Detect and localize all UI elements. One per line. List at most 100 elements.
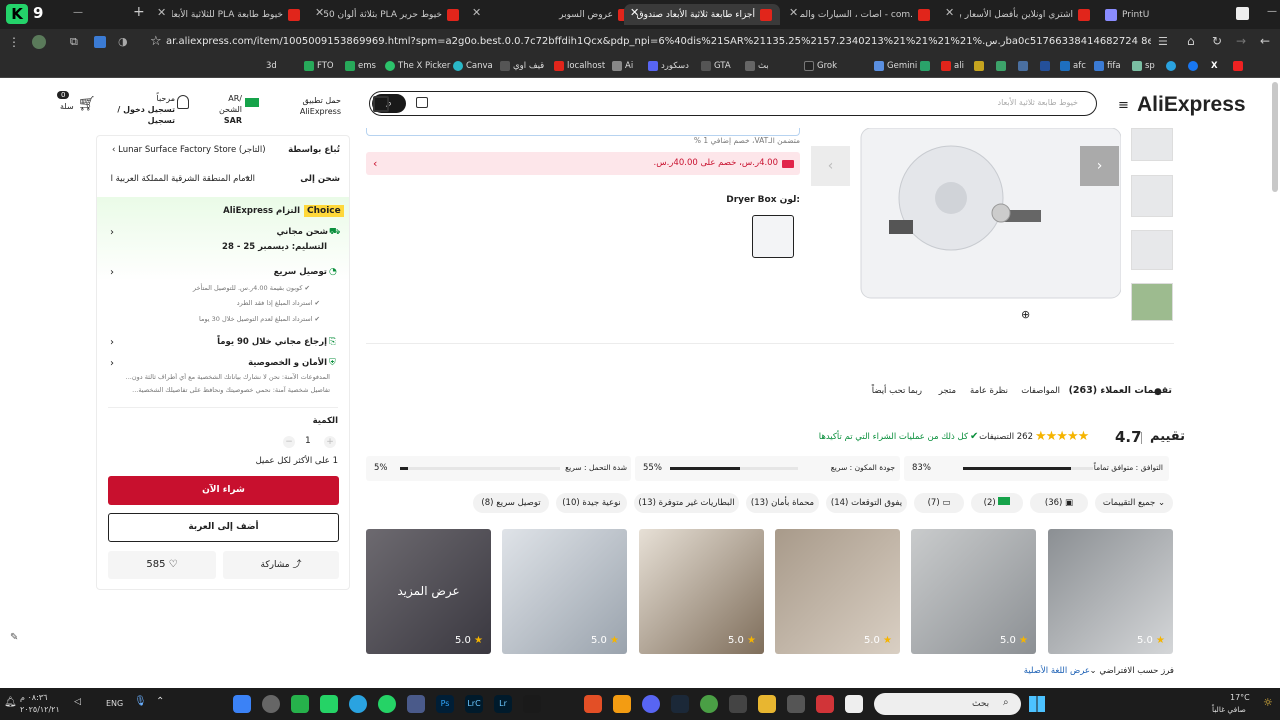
bookmark-ems[interactable]: ems bbox=[345, 61, 376, 71]
tab-super-deals[interactable]: عروض السوبر bbox=[550, 4, 630, 25]
bookmark-qeef[interactable]: قيف اوي bbox=[500, 61, 544, 71]
image-prev-button[interactable]: ‹ bbox=[811, 146, 850, 186]
review-image[interactable]: 5.0 ★ bbox=[1048, 529, 1173, 654]
filter-with-photos[interactable]: (36) ▣ bbox=[1030, 493, 1088, 513]
home-icon[interactable]: ⌂ bbox=[1187, 34, 1195, 48]
app-icon-13[interactable] bbox=[613, 695, 631, 713]
bookmark-ext3[interactable] bbox=[920, 61, 930, 71]
lightroom-icon[interactable]: Lr bbox=[494, 695, 512, 713]
app-icon-17[interactable] bbox=[729, 695, 747, 713]
filter-batteries[interactable]: البطاريات غير متوفرة (13) bbox=[634, 493, 739, 513]
telegram-icon[interactable] bbox=[349, 695, 367, 713]
review-image-more[interactable]: عرض المزيد 5.0 ★ bbox=[366, 529, 491, 654]
bookmark-b[interactable] bbox=[1040, 61, 1050, 71]
bookmark-afc[interactable]: afc bbox=[1060, 61, 1086, 71]
wishlist-button[interactable]: 585 ♡ bbox=[108, 551, 216, 579]
bookmark-sp[interactable]: sp bbox=[1132, 61, 1155, 71]
app-icon-11[interactable] bbox=[523, 695, 541, 713]
site-settings-icon[interactable]: ☰ bbox=[1158, 35, 1168, 48]
x-bookmark-icon[interactable]: X bbox=[1211, 61, 1218, 71]
photoshop-icon[interactable]: Ps bbox=[436, 695, 454, 713]
weather-temp[interactable]: 17°C bbox=[1230, 693, 1250, 702]
whatsapp-icon[interactable] bbox=[378, 695, 396, 713]
chrome-icon[interactable] bbox=[700, 695, 718, 713]
translate-icon[interactable] bbox=[94, 36, 106, 48]
date-time[interactable]: ٠٨:٣٦ م ٢٠٢٥/١٢/٢١ bbox=[20, 692, 60, 716]
thumbnail-3[interactable] bbox=[1131, 230, 1173, 270]
filter-safe-packaging[interactable]: محماة بأمان (13) bbox=[746, 493, 819, 513]
bookmark-stream[interactable]: بث bbox=[745, 61, 769, 71]
tab-specifications[interactable]: المواصفات bbox=[1020, 386, 1060, 396]
review-image[interactable]: 5.0 ★ bbox=[775, 529, 900, 654]
security-privacy[interactable]: الأمان و الخصوصية bbox=[230, 358, 327, 368]
tab-close-icon[interactable]: ✕ bbox=[789, 6, 798, 19]
search-input[interactable]: خيوط طابعة ثلاثية الأبعاد bbox=[450, 98, 1079, 107]
tab-close-icon[interactable]: ✕ bbox=[157, 6, 166, 19]
shipping-location[interactable]: الدمام المنطقة الشرقية المملكة العربية ا… bbox=[110, 174, 255, 184]
screenshot-icon[interactable]: ⧉ bbox=[70, 35, 78, 49]
vpn-icon[interactable] bbox=[32, 35, 46, 49]
tab-shop-online[interactable]: اشتري اونلاين بأفضل الأسعار بال... bbox=[960, 4, 1090, 25]
tab-pla-filament[interactable]: خيوط طابعة PLA للثلاثية الأبعاد 5 bbox=[172, 4, 300, 25]
app-icon-7[interactable] bbox=[407, 695, 425, 713]
cart-icon[interactable]: 🛒︎ bbox=[78, 96, 96, 112]
filter-country[interactable]: (2) bbox=[971, 493, 1023, 513]
profile-icon[interactable] bbox=[1236, 7, 1249, 20]
image-search-icon[interactable] bbox=[416, 97, 428, 108]
edit-pen-icon[interactable]: ✎ bbox=[10, 632, 18, 643]
lightroom-classic-icon[interactable]: LrC bbox=[465, 695, 483, 713]
tab-you-may-like[interactable]: ربما تحب أيضاً bbox=[866, 386, 922, 396]
mic-icon[interactable]: 🎙︎ bbox=[134, 696, 147, 707]
review-image[interactable]: 5.0 ★ bbox=[502, 529, 627, 654]
back-icon[interactable]: ← bbox=[1260, 34, 1270, 48]
image-next-button[interactable]: › bbox=[1080, 146, 1119, 186]
app-download-label[interactable]: حمل تطبيق AliExpress bbox=[296, 95, 341, 117]
bookmark-localhost[interactable]: localhost bbox=[554, 61, 605, 71]
page-scrollbar[interactable] bbox=[1272, 82, 1278, 192]
store-link[interactable]: ‹ Lunar Surface Factory Store (التاجر) bbox=[112, 145, 266, 155]
quantity-decrease-button[interactable]: − bbox=[283, 436, 295, 448]
notification-icon[interactable]: 🔔︎ bbox=[4, 697, 17, 708]
buy-now-button[interactable]: شراء الآن bbox=[108, 476, 339, 505]
region-selector[interactable]: AR/الشحن SAR bbox=[208, 93, 242, 126]
bookmark-fifa[interactable]: fifa bbox=[1094, 61, 1121, 71]
start-button[interactable] bbox=[1029, 696, 1045, 712]
tab-overview[interactable]: نظرة عامة bbox=[968, 386, 1008, 396]
tab-close-icon[interactable]: ✕ bbox=[472, 6, 481, 19]
free-shipping[interactable]: شحن مجاني bbox=[250, 227, 328, 237]
bookmark-gemini[interactable]: Gemini bbox=[874, 61, 917, 71]
tab-3d-printer-parts[interactable]: أجزاء طابعة ثلاثية الأبعاد صندوق bbox=[624, 4, 780, 25]
tab-printu[interactable]: PrintU bbox=[1105, 4, 1195, 25]
bookmark-grok[interactable]: Grok bbox=[804, 61, 837, 71]
bookmark-ext2[interactable] bbox=[996, 61, 1006, 71]
discord-icon[interactable] bbox=[642, 695, 660, 713]
new-tab-button[interactable]: + bbox=[133, 4, 145, 20]
facebook-bookmark-icon[interactable] bbox=[1188, 61, 1198, 71]
telegram-bookmark-icon[interactable] bbox=[1166, 61, 1176, 71]
thumbnail-2[interactable] bbox=[1131, 175, 1173, 217]
filter-all-reviews[interactable]: جميع التقييمات ⌄ bbox=[1095, 493, 1173, 513]
forward-icon[interactable]: → bbox=[1236, 34, 1246, 48]
filter-fast-delivery[interactable]: توصيل سريع (8) bbox=[473, 493, 549, 513]
filter-good-quality[interactable]: نوعية جيدة (10) bbox=[556, 493, 627, 513]
add-to-cart-button[interactable]: أضف إلى العربة bbox=[108, 513, 339, 542]
bookmark-ali[interactable]: ali bbox=[941, 61, 964, 71]
quantity-value[interactable]: 1 bbox=[305, 436, 311, 446]
keyboard-language[interactable]: ENG bbox=[106, 699, 123, 708]
filter-exceeds-expectations[interactable]: يفوق التوقعات (14) bbox=[826, 493, 907, 513]
account-signin[interactable]: مرحباً تسجيل دخول / تسجيل bbox=[110, 93, 175, 126]
extensions-icon[interactable]: ⋮ bbox=[8, 35, 20, 49]
share-button[interactable]: مشاركة ⤴ bbox=[223, 551, 339, 579]
app-icon-12[interactable] bbox=[584, 695, 602, 713]
cart-label[interactable]: سلة bbox=[60, 102, 74, 111]
menu-icon[interactable]: ≡ bbox=[1118, 98, 1129, 113]
review-image[interactable]: 5.0 ★ bbox=[911, 529, 1036, 654]
tab-cars-deals[interactable]: .com - اصات ، السيارات والمزيد... bbox=[800, 4, 930, 25]
bookmark-3d[interactable]: 3d bbox=[266, 61, 277, 71]
filter-comments[interactable]: (7) ▭ bbox=[914, 493, 964, 513]
tab-close-icon[interactable]: ✕ bbox=[945, 6, 954, 19]
file-explorer-icon[interactable] bbox=[758, 695, 776, 713]
url-field[interactable]: ar.aliexpress.com/item/1005009153869969.… bbox=[166, 36, 1151, 47]
bookmark-star-icon[interactable]: ☆ bbox=[150, 34, 162, 49]
color-option-dryer-box[interactable] bbox=[752, 215, 794, 258]
